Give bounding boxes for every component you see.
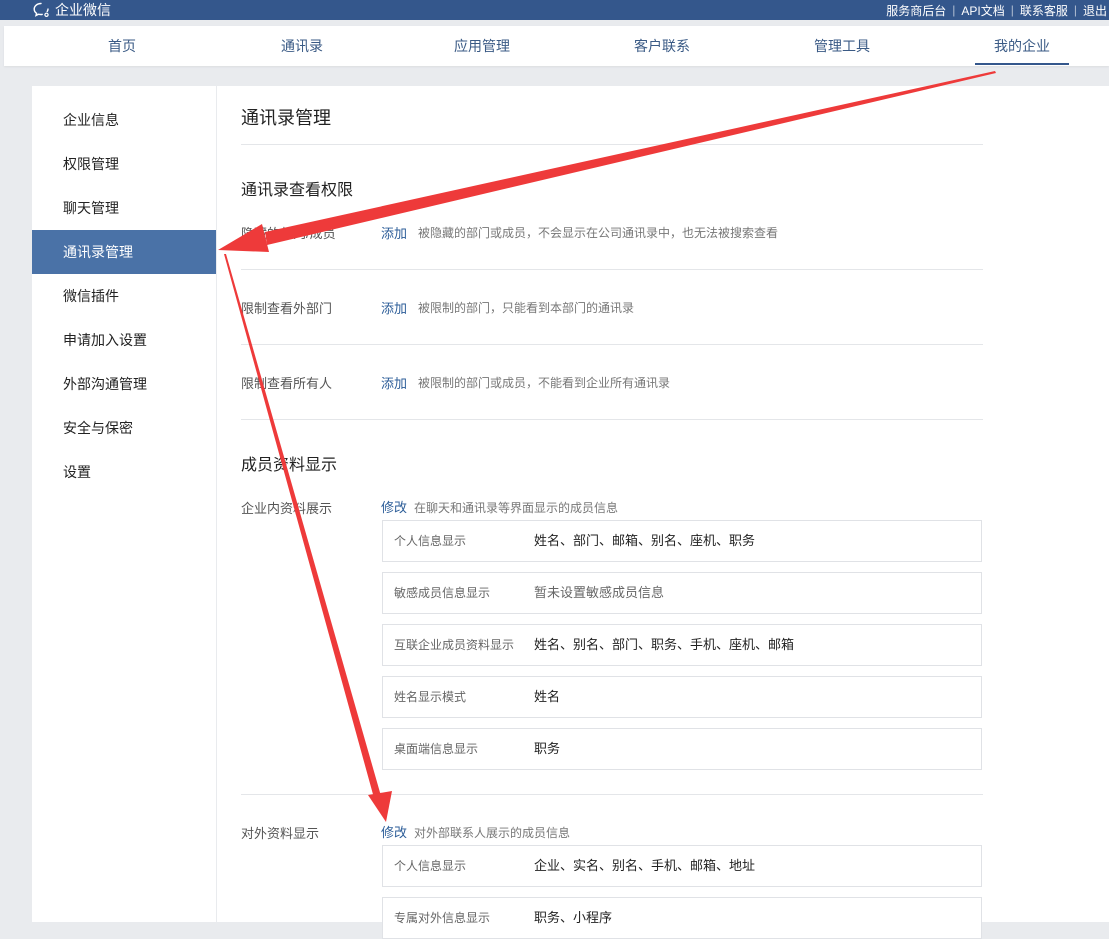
sidebar-item-security[interactable]: 安全与保密 [32, 406, 216, 450]
info-value: 姓名、别名、部门、职务、手机、座机、邮箱 [534, 637, 795, 652]
edit-internal-display-link[interactable]: 修改 [381, 497, 407, 516]
edit-external-display-link[interactable]: 修改 [381, 822, 407, 841]
sidebar-item-wechat-plugin[interactable]: 微信插件 [32, 274, 216, 318]
link-separator: | [952, 3, 956, 17]
row-label-restrict-all: 限制查看所有人 [241, 376, 333, 391]
tab-customer-contact[interactable]: 客户联系 [629, 26, 695, 66]
row-desc-restrict-all: 被限制的部门或成员，不能看到企业所有通讯录 [418, 376, 671, 390]
divider [241, 794, 983, 795]
page-title: 通讯录管理 [241, 108, 331, 128]
row-label-hidden-members: 隐藏的部门/成员 [241, 226, 336, 241]
sidebar-item-settings[interactable]: 设置 [32, 450, 216, 494]
sidebar-item-enterprise-info[interactable]: 企业信息 [32, 98, 216, 142]
row-desc-external-display: 对外部联系人展示的成员信息 [414, 826, 571, 840]
tab-management-tools[interactable]: 管理工具 [809, 26, 875, 66]
row-desc-internal-display: 在聊天和通讯录等界面显示的成员信息 [414, 501, 619, 515]
info-key: 个人信息显示 [394, 859, 467, 873]
top-bar: 企业微信 服务商后台 | API文档 | 联系客服 | 退出 [0, 0, 1109, 20]
info-key: 个人信息显示 [394, 534, 467, 548]
main-nav: 首页 通讯录 应用管理 客户联系 管理工具 我的企业 [4, 26, 1109, 66]
row-label-external-display: 对外资料显示 [241, 826, 320, 841]
link-separator: | [1073, 3, 1077, 17]
info-key: 专属对外信息显示 [394, 911, 491, 925]
sidebar: 企业信息 权限管理 聊天管理 通讯录管理 微信插件 申请加入设置 外部沟通管理 … [32, 86, 216, 922]
info-box: 敏感成员信息显示 暂未设置敏感成员信息 [382, 572, 982, 614]
row-desc-restrict-other-depts: 被限制的部门，只能看到本部门的通讯录 [418, 301, 635, 315]
link-separator: | [1010, 3, 1014, 17]
divider [241, 269, 983, 270]
service-provider-link[interactable]: 服务商后台 [880, 2, 952, 19]
add-restrict-other-depts-link[interactable]: 添加 [381, 298, 407, 317]
info-key: 敏感成员信息显示 [394, 586, 491, 600]
sidebar-item-external-communication[interactable]: 外部沟通管理 [32, 362, 216, 406]
info-box: 互联企业成员资料显示 姓名、别名、部门、职务、手机、座机、邮箱 [382, 624, 982, 666]
tab-home[interactable]: 首页 [96, 26, 148, 66]
info-value: 职务、小程序 [534, 910, 613, 925]
section-title-profile-display: 成员资料显示 [241, 457, 338, 474]
info-box: 姓名显示模式 姓名 [382, 676, 982, 718]
section-title-view-permission: 通讯录查看权限 [241, 182, 354, 199]
app-title: 企业微信 [55, 2, 111, 18]
info-value: 姓名 [534, 689, 561, 704]
logout-link[interactable]: 退出 [1077, 2, 1109, 19]
add-restrict-all-link[interactable]: 添加 [381, 373, 407, 392]
brand[interactable]: 企业微信 [33, 0, 111, 20]
add-hidden-members-link[interactable]: 添加 [381, 223, 407, 242]
tab-app-management[interactable]: 应用管理 [449, 26, 515, 66]
divider [241, 144, 983, 145]
main-content: 通讯录管理 通讯录查看权限 隐藏的部门/成员 添加 被隐藏的部门或成员，不会显示… [217, 86, 1109, 939]
row-label-restrict-other-depts: 限制查看外部门 [241, 301, 333, 316]
api-docs-link[interactable]: API文档 [955, 2, 1010, 19]
tab-my-enterprise[interactable]: 我的企业 [975, 26, 1069, 66]
info-box: 专属对外信息显示 职务、小程序 [382, 897, 982, 939]
info-key: 姓名显示模式 [394, 690, 467, 704]
info-value: 姓名、部门、邮箱、别名、座机、职务 [534, 533, 756, 548]
sidebar-item-join-settings[interactable]: 申请加入设置 [32, 318, 216, 362]
tab-contacts[interactable]: 通讯录 [274, 26, 330, 66]
sidebar-item-chat-management[interactable]: 聊天管理 [32, 186, 216, 230]
info-value: 暂未设置敏感成员信息 [534, 585, 665, 600]
info-value: 职务 [534, 741, 561, 756]
info-key: 桌面端信息显示 [394, 742, 479, 756]
info-box: 个人信息显示 姓名、部门、邮箱、别名、座机、职务 [382, 520, 982, 562]
top-links: 服务商后台 | API文档 | 联系客服 | 退出 [880, 0, 1109, 20]
info-key: 互联企业成员资料显示 [394, 638, 515, 652]
sidebar-item-permissions[interactable]: 权限管理 [32, 142, 216, 186]
wecom-logo-icon [33, 2, 49, 17]
sidebar-item-contacts-management[interactable]: 通讯录管理 [32, 230, 216, 274]
info-box: 个人信息显示 企业、实名、别名、手机、邮箱、地址 [382, 845, 982, 887]
divider [241, 419, 983, 420]
row-label-internal-display: 企业内资料展示 [241, 501, 333, 516]
divider [241, 344, 983, 345]
contact-support-link[interactable]: 联系客服 [1014, 2, 1074, 19]
info-value: 企业、实名、别名、手机、邮箱、地址 [534, 858, 756, 873]
info-box: 桌面端信息显示 职务 [382, 728, 982, 770]
row-desc-hidden-members: 被隐藏的部门或成员，不会显示在公司通讯录中，也无法被搜索查看 [418, 226, 779, 240]
